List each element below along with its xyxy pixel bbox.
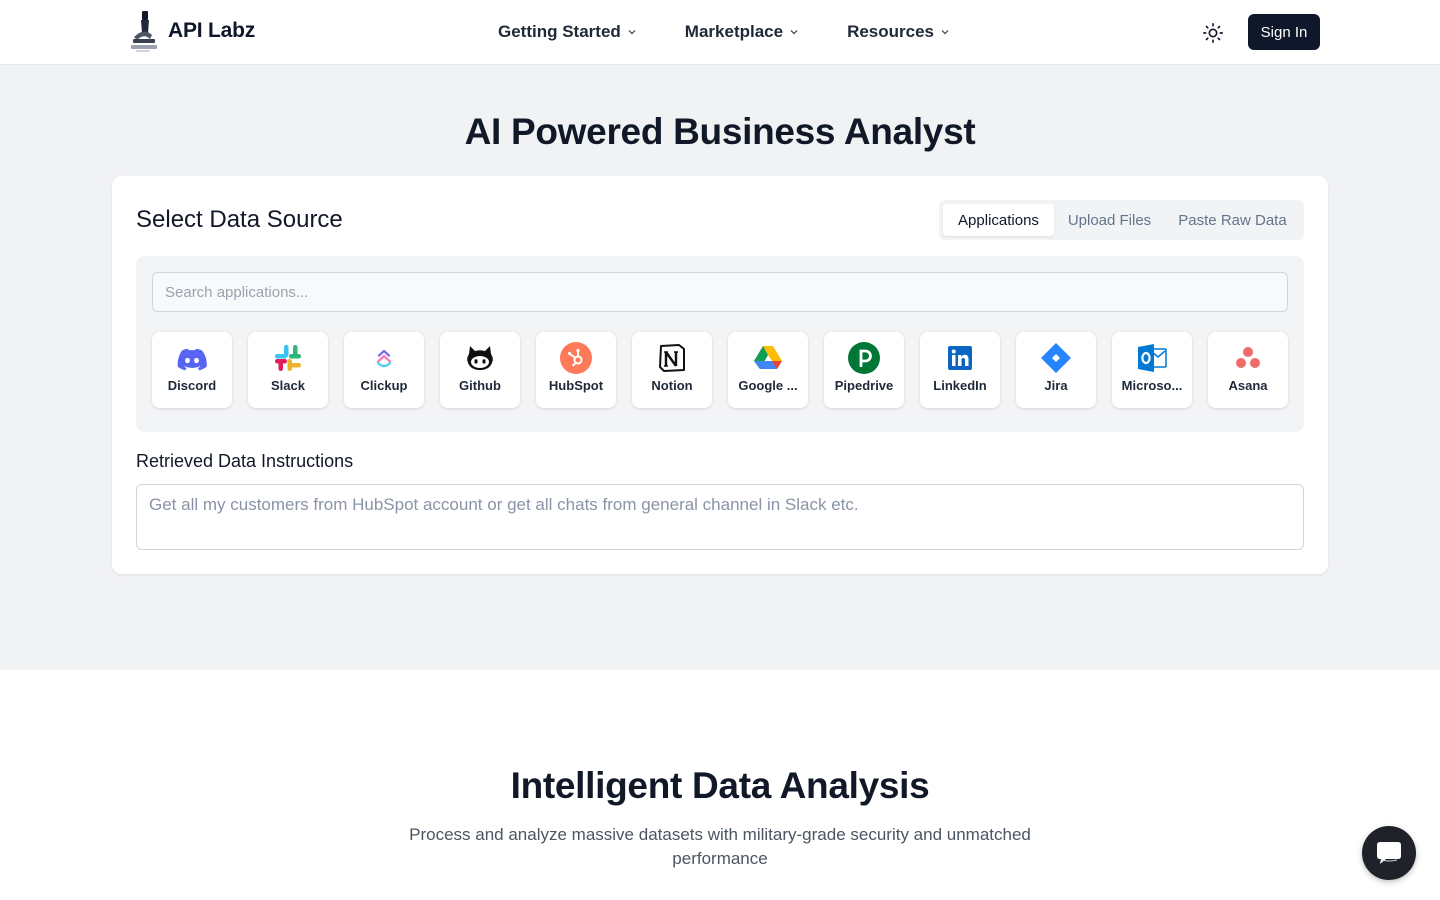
app-tile-hubspot[interactable]: HubSpot [536,332,616,408]
sign-in-button[interactable]: Sign In [1248,14,1320,50]
chevron-down-icon [628,30,636,35]
app-tile-google-drive[interactable]: Google ... [728,332,808,408]
nav-label: Marketplace [684,22,784,41]
nav-getting-started[interactable]: Getting Started [498,22,637,42]
data-source-card: Select Data Source Applications Upload F… [112,176,1328,574]
chevron-down-icon [790,30,798,35]
hero-section: AI Powered Business Analyst Select Data … [0,65,1440,670]
app-name: Pipedrive [834,378,894,393]
app-name: Discord [167,378,217,393]
nav-resources[interactable]: Resources [847,22,950,42]
main-nav: Getting Started Marketplace Resources [498,20,950,44]
app-tile-linkedin[interactable]: LinkedIn [920,332,1000,408]
app-name: Slack [271,378,305,393]
asana-icon [1236,347,1260,368]
app-tile-github[interactable]: Github [440,332,520,408]
section-title: Intelligent Data Analysis [510,765,930,806]
tab-applications[interactable]: Applications [943,204,1054,236]
app-tile-pipedrive[interactable]: Pipedrive [824,332,904,408]
chat-icon [1377,842,1401,864]
app-tile-discord[interactable]: Discord [152,332,232,408]
discord-icon [177,348,207,371]
section-subtitle: Process and analyze massive datasets wit… [409,825,1031,868]
app-tile-notion[interactable]: Notion [632,332,712,408]
features-section: Intelligent Data Analysis Process and an… [0,670,1440,900]
app-name: Github [459,378,501,393]
notion-icon [659,344,685,372]
app-grid: Discord Slack Clickup Github HubSpot Not… [152,332,1288,408]
app-name: Microso... [1121,378,1183,393]
nav-marketplace[interactable]: Marketplace [685,22,799,42]
nav-label: Resources [847,22,935,41]
microsoft-outlook-icon [1138,344,1167,372]
app-tile-jira[interactable]: Jira [1016,332,1096,408]
app-tile-slack[interactable]: Slack [248,332,328,408]
applications-panel: Discord [136,256,1304,432]
app-name: Google ... [738,378,798,393]
chevron-down-icon [941,30,949,35]
app-name: LinkedIn [933,378,987,393]
app-name: Jira [1044,378,1068,393]
brand-logo-link[interactable]: API Labz [128,8,255,54]
tab-upload-files[interactable]: Upload Files [1054,204,1165,236]
nav-label: Getting Started [498,22,621,41]
instructions-label: Retrieved Data Instructions [136,451,354,471]
hero-title: AI Powered Business Analyst [464,111,976,152]
linkedin-icon [948,346,972,370]
slack-icon [275,345,301,371]
clickup-icon [376,349,392,368]
search-applications-input[interactable] [152,272,1288,312]
brand-name: API Labz [168,19,256,42]
microscope-logo-icon [131,11,157,52]
chat-launcher-button[interactable] [1362,826,1416,880]
pipedrive-icon [848,342,880,374]
data-source-tabs: Applications Upload Files Paste Raw Data [939,200,1304,240]
card-title: Select Data Source [136,206,343,233]
app-tile-microsoft-outlook[interactable]: Microso... [1112,332,1192,408]
hubspot-icon [560,342,592,374]
sun-icon [1203,23,1223,43]
jira-icon [1041,343,1071,373]
instructions-textarea[interactable] [136,484,1304,550]
app-name: HubSpot [548,378,604,393]
google-drive-icon [754,346,782,369]
app-tile-clickup[interactable]: Clickup [344,332,424,408]
app-name: Notion [651,378,693,393]
app-name: Asana [1228,378,1268,393]
app-tile-asana[interactable]: Asana [1208,332,1288,408]
top-nav-bar: API Labz Getting Started Marketplace Res… [0,0,1440,65]
tab-paste-raw-data[interactable]: Paste Raw Data [1165,204,1300,236]
app-name: Clickup [360,378,408,393]
github-icon [467,346,493,370]
theme-toggle-button[interactable] [1200,20,1226,46]
